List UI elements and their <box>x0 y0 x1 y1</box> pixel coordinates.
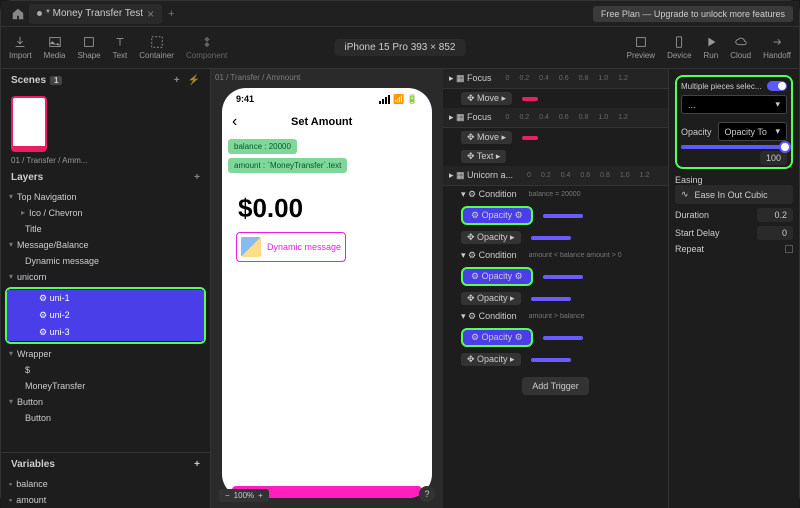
layer-item[interactable]: Dynamic message <box>1 253 210 269</box>
balance-tag: balance : 20000 <box>228 139 297 154</box>
repeat-checkbox[interactable] <box>785 245 793 253</box>
layer-item[interactable]: ▾ Top Navigation <box>1 189 210 205</box>
device-selector[interactable]: iPhone 15 Pro 393 × 852 <box>335 39 466 56</box>
curve-icon: ∿ <box>681 189 689 200</box>
easing-label: Easing <box>675 175 793 185</box>
layer-item[interactable]: ▾ Wrapper <box>1 346 210 362</box>
opacity-value[interactable]: 100 <box>760 151 787 165</box>
home-icon[interactable] <box>11 7 25 21</box>
repeat-label: Repeat <box>675 244 704 254</box>
close-icon[interactable]: × <box>147 7 154 21</box>
help-button[interactable]: ? <box>419 486 435 502</box>
handoff-tool[interactable]: Handoff <box>763 35 791 60</box>
new-tab-button[interactable]: + <box>168 8 174 20</box>
upgrade-banner[interactable]: Free Plan — Upgrade to unlock more featu… <box>593 6 793 22</box>
delay-label: Start Delay <box>675 228 720 238</box>
screen-title: Set Amount <box>222 116 422 128</box>
component-tool[interactable]: Component <box>186 35 227 60</box>
amount-display: $0.00 <box>222 175 432 228</box>
timeline-row[interactable]: ▾ ⚙ Conditionamount > balance <box>443 308 668 325</box>
text-tool[interactable]: Text <box>113 35 128 60</box>
add-layer-icon[interactable]: + <box>194 172 200 183</box>
zoom-control[interactable]: −100%+ <box>219 489 269 502</box>
layer-item[interactable]: MoneyTransfer <box>1 378 210 394</box>
layer-item[interactable]: Title <box>1 221 210 237</box>
scene-thumbnail[interactable] <box>11 96 47 152</box>
timeline-row[interactable]: ✥ Move ▸ <box>443 128 668 147</box>
timeline-group[interactable]: ▸ ▦ Focus00.20.40.60.81.01.2 <box>443 69 668 89</box>
timeline-row[interactable]: ✥ Opacity ▸ <box>443 350 668 369</box>
canvas[interactable]: 01 / Transfer / Ammount 9:41 📶 🔋 ‹Set Am… <box>211 69 443 508</box>
inspector-panel: Multiple pieces selec... ...▾ OpacityOpa… <box>669 69 799 508</box>
add-variable-icon[interactable]: + <box>194 459 200 470</box>
add-scene-icon[interactable]: + <box>174 75 180 86</box>
timeline-group[interactable]: ▸ ▦ Focus00.20.40.60.81.01.2 <box>443 108 668 128</box>
timeline-panel[interactable]: ▸ ▦ Focus00.20.40.60.81.01.2✥ Move ▸▸ ▦ … <box>443 69 669 508</box>
timeline-row[interactable]: ▾ ⚙ Conditionamount < balance amount > 0 <box>443 247 668 264</box>
duration-input[interactable]: 0.2 <box>757 208 793 222</box>
layer-item-selected[interactable]: ⚙ uni-1 <box>7 290 204 307</box>
timeline-row[interactable]: ✥ Opacity ▸ <box>443 289 668 308</box>
add-trigger-button[interactable]: Add Trigger <box>522 377 589 395</box>
layers-header: Layers+ <box>1 166 210 189</box>
container-tool[interactable]: Container <box>139 35 174 60</box>
layer-item-selected[interactable]: ⚙ uni-2 <box>7 307 204 324</box>
layer-item[interactable]: Button <box>1 410 210 426</box>
image-placeholder-icon <box>241 237 261 257</box>
preview-tool[interactable]: Preview <box>627 35 655 60</box>
timeline-row[interactable]: ⚙ Opacity ⚙ <box>443 264 668 289</box>
opacity-mode-dropdown[interactable]: Opacity To▾ <box>718 122 787 141</box>
cloud-tool[interactable]: Cloud <box>730 35 751 60</box>
timeline-row[interactable]: ⚙ Opacity ⚙ <box>443 203 668 228</box>
shape-tool[interactable]: Shape <box>77 35 100 60</box>
breadcrumb: 01 / Transfer / Ammount <box>211 69 304 86</box>
layer-item[interactable]: ▾ Button <box>1 394 210 410</box>
toggle[interactable] <box>767 81 787 91</box>
layer-item-selected[interactable]: ⚙ uni-3 <box>7 324 204 341</box>
layer-item[interactable]: ▸ Ico / Chevron <box>1 205 210 221</box>
tab-title: * Money Transfer Test <box>46 8 143 19</box>
scene-label: 01 / Transfer / Amm... <box>1 156 210 166</box>
selection-dropdown[interactable]: ...▾ <box>681 95 787 114</box>
variables-header: Variables+ <box>1 453 210 476</box>
opacity-slider[interactable] <box>681 145 787 149</box>
timeline-row[interactable]: ⚙ Opacity ⚙ <box>443 325 668 350</box>
phone-preview: 9:41 📶 🔋 ‹Set Amount balance : 20000 amo… <box>222 88 432 498</box>
file-tab[interactable]: * Money Transfer Test × <box>29 4 162 24</box>
timeline-row[interactable]: ▾ ⚙ Conditionbalance = 20000 <box>443 186 668 203</box>
delay-input[interactable]: 0 <box>757 226 793 240</box>
timeline-row[interactable]: ✥ Opacity ▸ <box>443 228 668 247</box>
timeline-row[interactable]: ✥ Move ▸ <box>443 89 668 108</box>
variable-item[interactable]: ▪ amount <box>1 492 210 508</box>
bolt-icon[interactable]: ⚡ <box>188 75 200 86</box>
layer-item[interactable]: $ <box>1 362 210 378</box>
layer-item[interactable]: ▾ unicorn <box>1 269 210 285</box>
layer-item[interactable]: ▾ Message/Balance <box>1 237 210 253</box>
timeline-row[interactable]: ✥ Text ▸ <box>443 147 668 166</box>
media-tool[interactable]: Media <box>44 35 66 60</box>
easing-selector[interactable]: ∿Ease In Out Cubic <box>675 185 793 204</box>
dynamic-message: Dynamic message <box>236 232 346 262</box>
run-tool[interactable]: Run <box>704 35 719 60</box>
device-menu[interactable]: Device <box>667 35 691 60</box>
timeline-group[interactable]: ▸ ▦ Unicorn a...00.20.40.60.81.01.2 <box>443 166 668 186</box>
duration-label: Duration <box>675 210 709 220</box>
scenes-header: Scenes1 +⚡ <box>1 69 210 92</box>
import-tool[interactable]: Import <box>9 35 32 60</box>
amount-tag: amount : `MoneyTransfer`.text <box>228 158 347 173</box>
variable-item[interactable]: ▪ balance <box>1 476 210 492</box>
layers-tree[interactable]: ▾ Top Navigation▸ Ico / Chevron Title▾ M… <box>1 189 210 452</box>
selection-label: Multiple pieces selec... <box>681 82 761 91</box>
